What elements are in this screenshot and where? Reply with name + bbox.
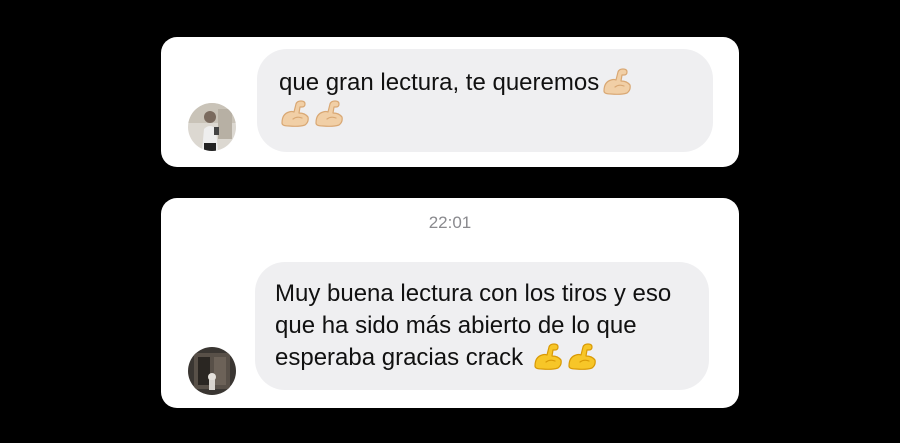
flexed-biceps-icon — [532, 342, 564, 370]
message-card-2: 22:01 Muy buena lectura con los tiros y … — [161, 198, 739, 408]
avatar[interactable] — [188, 347, 236, 395]
message-bubble[interactable]: que gran lectura, te queremos — [257, 49, 713, 152]
message-text: que gran lectura, te queremos — [279, 69, 600, 96]
chat-screenshot: que gran lectura, te queremos 22:01 Muy … — [0, 0, 900, 443]
message-card-1: que gran lectura, te queremos — [161, 37, 739, 167]
message-timestamp: 22:01 — [428, 213, 472, 232]
flexed-biceps-icon — [313, 99, 345, 127]
flexed-biceps-icon — [601, 67, 633, 95]
profile-photo-icon — [188, 347, 236, 395]
flexed-biceps-icon — [566, 342, 598, 370]
avatar[interactable] — [188, 103, 236, 151]
flexed-biceps-icon — [279, 99, 311, 127]
message-text: Muy buena lectura con los tiros y eso qu… — [275, 280, 672, 371]
message-bubble[interactable]: Muy buena lectura con los tiros y eso qu… — [255, 262, 709, 390]
profile-photo-icon — [188, 103, 236, 151]
